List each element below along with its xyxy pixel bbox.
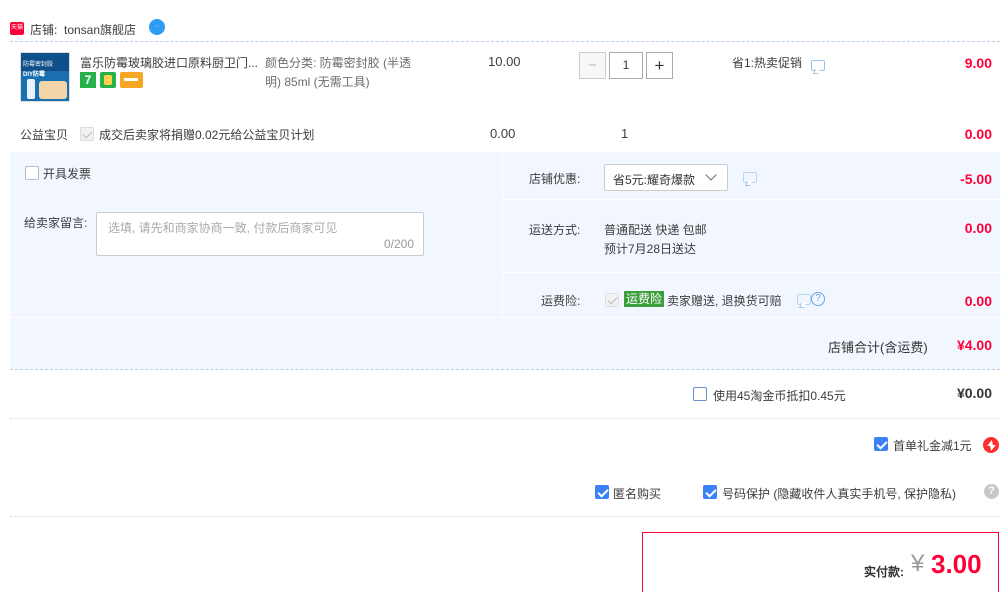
item-thumbnail[interactable]: 防霉密封胶 DIY防霉: [20, 52, 70, 102]
message-placeholder: 选填, 请先和商家协商一致, 付款后商家可见: [108, 221, 338, 235]
sku-info: 颜色分类: 防霉密封胶 (半透 明) 85ml (无需工具): [265, 54, 445, 92]
guarantee-icon: [100, 72, 116, 88]
unit-price: 10.00: [488, 54, 521, 69]
privacy-help-icon[interactable]: ?: [984, 484, 999, 499]
charity-text: 成交后卖家将捐赠0.02元给公益宝贝计划: [99, 128, 315, 142]
quantity-stepper: − 1 +: [579, 52, 675, 79]
shipping-eta: 预计7月28日送达: [604, 242, 697, 256]
shop-total-label: 店铺合计(含运费): [828, 340, 928, 355]
qty-input[interactable]: 1: [609, 52, 643, 79]
pay-summary-box: 实付款: ¥ 3.00: [642, 532, 999, 592]
chevron-down-icon: [705, 169, 717, 181]
sku-line-1: 颜色分类: 防霉密封胶 (半透: [265, 56, 411, 70]
charity-total: 0.00: [964, 126, 992, 142]
shipping-method: 普通配送 快递 包邮: [604, 223, 707, 237]
discount-amount: -5.00: [960, 171, 992, 187]
insurance-amount: 0.00: [964, 293, 992, 309]
seven-day-return-icon: 7: [80, 72, 96, 88]
privacy-label[interactable]: 号码保护 (隐藏收件人真实手机号, 保护隐私): [722, 485, 956, 502]
coins-label[interactable]: 使用45淘金币抵扣0.45元: [713, 387, 846, 404]
promo-text: 省1:热卖促销: [732, 56, 803, 70]
qty-plus-button[interactable]: +: [646, 52, 673, 79]
invoice-label[interactable]: 开具发票: [43, 165, 91, 182]
coins-checkbox[interactable]: [693, 387, 707, 401]
message-counter: 0/200: [383, 237, 414, 251]
discount-selected-value: 省5元:耀奇爆款: [613, 173, 696, 187]
coins-amount: ¥0.00: [956, 385, 992, 401]
anonymous-label[interactable]: 匿名购买: [613, 485, 661, 502]
wangwang-chat-icon[interactable]: ··: [149, 19, 165, 35]
thumb-text-2: DIY防霉: [23, 72, 46, 78]
first-gift-label[interactable]: 首单礼金减1元: [893, 437, 972, 454]
shop-total-amount: ¥4.00: [956, 337, 992, 353]
credit-card-icon: [120, 72, 143, 88]
message-textarea[interactable]: 选填, 请先和商家协商一致, 付款后商家可见 0/200: [96, 212, 424, 256]
anonymous-checkbox[interactable]: [595, 485, 609, 499]
pay-label: 实付款:: [864, 565, 904, 579]
pay-currency: ¥: [911, 550, 925, 577]
shop-name-link[interactable]: tonsan旗舰店: [64, 21, 136, 38]
insurance-tag: 运费险: [624, 291, 665, 307]
insurance-comment-icon[interactable]: [797, 294, 811, 305]
invoice-checkbox[interactable]: [25, 166, 39, 180]
shop-label: 店铺:: [30, 23, 58, 37]
charity-qty: 1: [621, 126, 629, 141]
thumb-text: 防霉密封胶: [23, 62, 54, 68]
insurance-label: 运费险:: [541, 294, 581, 308]
shipping-amount: 0.00: [964, 220, 992, 236]
charity-checkbox: [80, 127, 94, 141]
tmall-badge-icon: 天猫: [10, 22, 24, 35]
privacy-checkbox[interactable]: [703, 485, 717, 499]
shipping-label: 运送方式:: [529, 223, 581, 237]
pay-amount: 3.00: [931, 549, 982, 579]
discount-select[interactable]: 省5元:耀奇爆款: [604, 164, 728, 191]
insurance-help-icon[interactable]: ?: [811, 292, 825, 306]
discount-label: 店铺优惠:: [529, 172, 581, 186]
promo-comment-icon[interactable]: [811, 60, 825, 71]
charity-label: 公益宝贝: [20, 128, 69, 142]
message-label: 给卖家留言:: [24, 216, 88, 230]
item-title-link[interactable]: 富乐防霉玻璃胶进口原料厨卫门...: [80, 54, 258, 71]
first-gift-checkbox[interactable]: [874, 437, 888, 451]
item-total: 9.00: [964, 55, 992, 71]
insurance-checkbox: [605, 293, 619, 307]
insurance-text: 卖家赠送, 退换货可赔: [667, 294, 782, 308]
qty-minus-button[interactable]: −: [579, 52, 606, 79]
lightning-icon: [983, 437, 999, 453]
discount-comment-icon[interactable]: [743, 172, 757, 183]
sku-line-2: 明) 85ml (无需工具): [265, 75, 370, 89]
charity-price: 0.00: [490, 126, 516, 141]
